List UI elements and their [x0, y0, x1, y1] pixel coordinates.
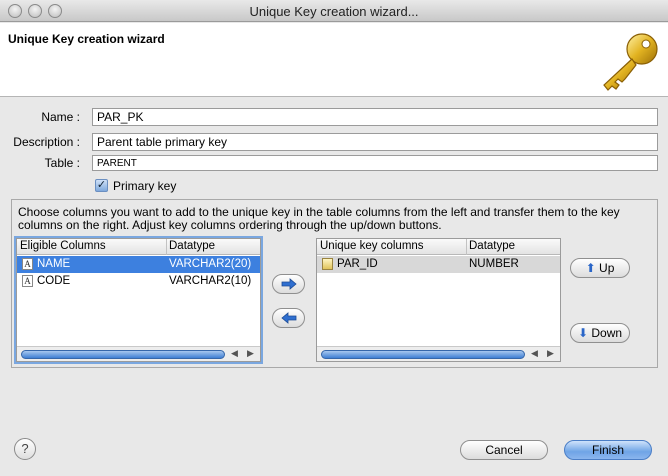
name-field[interactable]: PAR_PK: [92, 108, 658, 126]
column-icon: A: [22, 258, 33, 270]
instructions-text: Choose columns you want to add to the un…: [18, 205, 620, 232]
scroll-left-icon[interactable]: ◀: [531, 348, 538, 359]
eligible-horizontal-scrollbar[interactable]: ◀ ▶: [17, 346, 260, 361]
unique-key-columns-table[interactable]: Unique key columns Datatype PAR_ID NUMBE…: [316, 238, 561, 362]
keycols-horizontal-scrollbar[interactable]: ◀ ▶: [317, 346, 560, 361]
column-name: PAR_ID: [337, 258, 378, 270]
name-label: Name :: [41, 110, 80, 124]
arrow-down-icon: ⬇: [577, 326, 589, 340]
eligible-table-header: Eligible Columns Datatype: [17, 239, 260, 255]
arrow-up-icon: ⬆: [585, 261, 596, 275]
wizard-title: Unique Key creation wizard: [8, 32, 165, 46]
column-name: NAME: [37, 258, 71, 270]
key-icon: [603, 33, 658, 91]
keycols-header-datatype[interactable]: Datatype: [469, 240, 515, 252]
scroll-right-icon[interactable]: ▶: [547, 348, 554, 359]
description-field[interactable]: Parent table primary key: [92, 133, 658, 151]
finish-button[interactable]: Finish: [564, 440, 652, 460]
scrollbar-thumb[interactable]: [21, 350, 225, 359]
add-column-button[interactable]: [272, 274, 305, 294]
help-button[interactable]: ?: [14, 438, 36, 460]
title-bar: Unique Key creation wizard...: [0, 0, 668, 22]
wizard-banner: Unique Key creation wizard: [0, 23, 668, 97]
scrollbar-thumb[interactable]: [321, 350, 525, 359]
scroll-left-icon[interactable]: ◀: [231, 348, 238, 359]
keycols-table-header: Unique key columns Datatype: [317, 239, 560, 255]
help-icon: ?: [21, 441, 29, 456]
scroll-right-icon[interactable]: ▶: [247, 348, 254, 359]
primary-key-label: Primary key: [113, 179, 177, 193]
column-name: CODE: [37, 275, 71, 287]
table-label: Table :: [44, 156, 80, 170]
cancel-button[interactable]: Cancel: [460, 440, 548, 460]
move-down-button[interactable]: ⬇ Down: [570, 323, 630, 343]
eligible-header-datatype[interactable]: Datatype: [169, 240, 215, 252]
move-up-button[interactable]: ⬆ Up: [570, 258, 630, 278]
column-datatype: VARCHAR2(20): [169, 258, 252, 270]
eligible-header-columns[interactable]: Eligible Columns: [20, 240, 106, 252]
column-datatype: VARCHAR2(10): [169, 275, 252, 287]
eligible-columns-table[interactable]: Eligible Columns Datatype A NAME VARCHAR…: [16, 238, 261, 362]
arrow-left-icon: [280, 312, 296, 324]
keycols-header-columns[interactable]: Unique key columns: [320, 240, 424, 252]
remove-column-button[interactable]: [272, 308, 305, 328]
table-field[interactable]: PARENT: [92, 155, 658, 171]
column-datatype: NUMBER: [469, 258, 519, 270]
primary-key-checkbox[interactable]: ✓: [95, 179, 108, 192]
table-row[interactable]: A CODE VARCHAR2(10): [17, 273, 260, 290]
table-row[interactable]: PAR_ID NUMBER: [317, 256, 560, 273]
arrow-right-icon: [281, 278, 297, 290]
move-down-label: Down: [591, 326, 623, 340]
column-icon: A: [22, 275, 33, 287]
primary-key-column-icon: [322, 258, 333, 270]
table-row[interactable]: A NAME VARCHAR2(20): [17, 256, 260, 273]
window-title: Unique Key creation wizard...: [249, 4, 419, 19]
description-label: Description :: [13, 135, 80, 149]
move-up-label: Up: [599, 261, 615, 275]
